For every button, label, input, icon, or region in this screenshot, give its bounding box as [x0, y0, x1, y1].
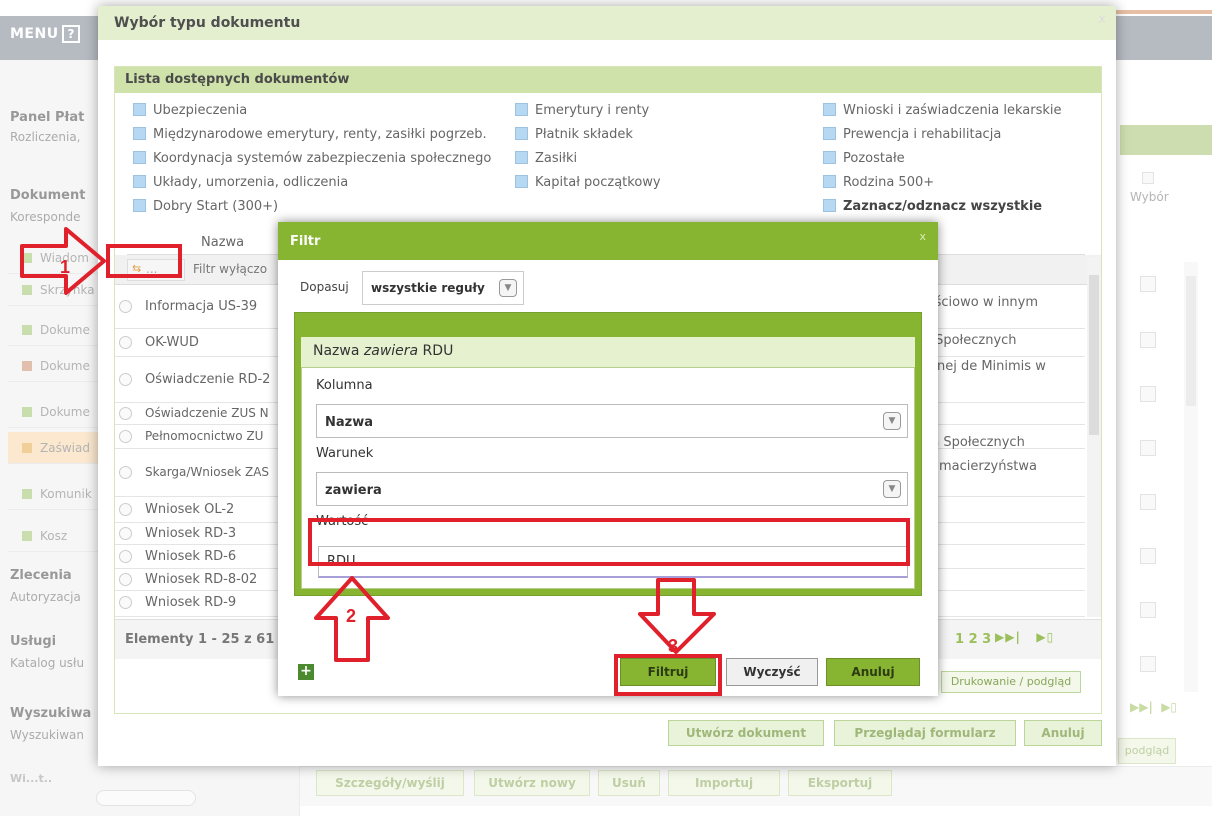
create-document-button[interactable]: Utwórz dokument — [668, 720, 824, 746]
cancel-button[interactable]: Anuluj — [1024, 720, 1102, 746]
radio-button[interactable] — [119, 527, 132, 540]
category-checkbox[interactable]: Wnioski i zaświadczenia lekarskie — [823, 103, 1062, 118]
category-checkbox[interactable]: Zasiłki — [515, 151, 577, 166]
annotation-number-3: 3 — [668, 636, 679, 656]
chevron-down-icon[interactable]: ▼ — [499, 279, 517, 297]
radio-button[interactable] — [119, 550, 132, 563]
category-checkbox[interactable]: Prewencja i rehabilitacja — [823, 127, 1001, 142]
chevron-down-icon[interactable]: ▼ — [883, 412, 901, 430]
radio-button[interactable] — [119, 466, 132, 479]
radio-button[interactable] — [119, 573, 132, 586]
category-checkbox[interactable]: Koordynacja systemów zabezpieczenia społ… — [133, 151, 491, 166]
modal-title: Wybór typu dokumentu — [98, 6, 1116, 40]
annotation-box-1 — [106, 244, 182, 278]
column-header-name[interactable]: Nazwa — [201, 235, 244, 250]
filter-status: Filtr wyłączo — [193, 262, 268, 276]
radio-button[interactable] — [119, 430, 132, 443]
annotation-box-2 — [308, 518, 910, 566]
radio-button[interactable] — [119, 336, 132, 349]
category-checkbox[interactable]: Płatnik składek — [515, 127, 633, 142]
condition-label: Warunek — [316, 446, 374, 461]
annotation-number-1: 1 — [60, 257, 71, 277]
category-checkbox[interactable]: Układy, umorzenia, odliczenia — [133, 175, 348, 190]
page-links[interactable]: 1 2 3 — [955, 632, 991, 647]
print-preview-button[interactable]: Drukowanie / podgląd — [941, 671, 1081, 693]
radio-button[interactable] — [119, 373, 132, 386]
radio-button[interactable] — [119, 300, 132, 313]
toggle-all-checkbox[interactable]: Zaznacz/odznacz wszystkie — [823, 199, 1042, 214]
annotation-number-2: 2 — [346, 606, 357, 626]
category-checkbox[interactable]: Kapitał początkowy — [515, 175, 661, 190]
document-description: eń Społecznych — [923, 435, 1025, 450]
close-icon[interactable]: x — [1098, 12, 1106, 27]
document-list-scrollbar[interactable] — [1087, 257, 1101, 617]
match-label: Dopasuj — [300, 280, 349, 294]
checkbox-icon — [515, 175, 528, 188]
checkbox-icon — [515, 127, 528, 140]
checkbox-icon — [823, 103, 836, 116]
add-rule-button[interactable]: + — [298, 664, 314, 680]
chevron-down-icon[interactable]: ▼ — [883, 480, 901, 498]
clear-button[interactable]: Wyczyść — [726, 658, 818, 686]
radio-button[interactable] — [119, 407, 132, 420]
document-description: ejściowo w innym — [923, 295, 1039, 310]
browse-form-button[interactable]: Przeglądaj formularz — [834, 720, 1016, 746]
checkbox-icon — [823, 127, 836, 140]
document-description: y, macierzyństwa — [923, 459, 1037, 474]
category-checkbox[interactable]: Dobry Start (300+) — [133, 199, 278, 214]
category-checkbox[interactable]: Emerytury i renty — [515, 103, 649, 118]
checkbox-icon — [823, 175, 836, 188]
category-checkbox[interactable]: Ubezpieczenia — [133, 103, 247, 118]
category-checkbox[interactable]: Pozostałe — [823, 151, 905, 166]
filter-dialog-title: Filtr — [278, 222, 938, 260]
category-checkbox[interactable]: Międzynarodowe emerytury, renty, zasiłki… — [133, 127, 487, 142]
checkbox-icon — [133, 199, 146, 212]
annotation-box-3 — [614, 654, 722, 696]
radio-button[interactable] — [119, 503, 132, 516]
checkbox-icon — [515, 103, 528, 116]
column-label: Kolumna — [316, 378, 373, 393]
close-icon[interactable]: x — [919, 230, 926, 243]
match-select[interactable]: wszystkie reguły ▼ — [362, 271, 524, 305]
checkbox-icon — [823, 151, 836, 164]
document-description: cznej de Minimis w — [923, 359, 1046, 374]
checkbox-icon — [823, 199, 836, 212]
condition-select[interactable]: zawiera ▼ — [316, 472, 908, 506]
list-title: Lista dostępnych dokumentów — [115, 67, 1101, 93]
filter-cancel-button[interactable]: Anuluj — [826, 658, 920, 686]
checkbox-icon — [133, 103, 146, 116]
column-select[interactable]: Nazwa ▼ — [316, 404, 908, 438]
radio-button[interactable] — [119, 596, 132, 609]
checkbox-icon — [133, 127, 146, 140]
checkbox-icon — [133, 151, 146, 164]
pager-next-icon[interactable]: ▶▶| ▶▯ — [995, 630, 1054, 644]
category-checkbox[interactable]: Rodzina 500+ — [823, 175, 934, 190]
rule-summary: Nazwa zawiera RDU — [301, 337, 915, 367]
checkbox-icon — [133, 175, 146, 188]
checkbox-icon — [515, 151, 528, 164]
pager-summary: Elementy 1 - 25 z 61 — [125, 632, 275, 647]
scrollbar-thumb[interactable] — [1089, 275, 1099, 435]
